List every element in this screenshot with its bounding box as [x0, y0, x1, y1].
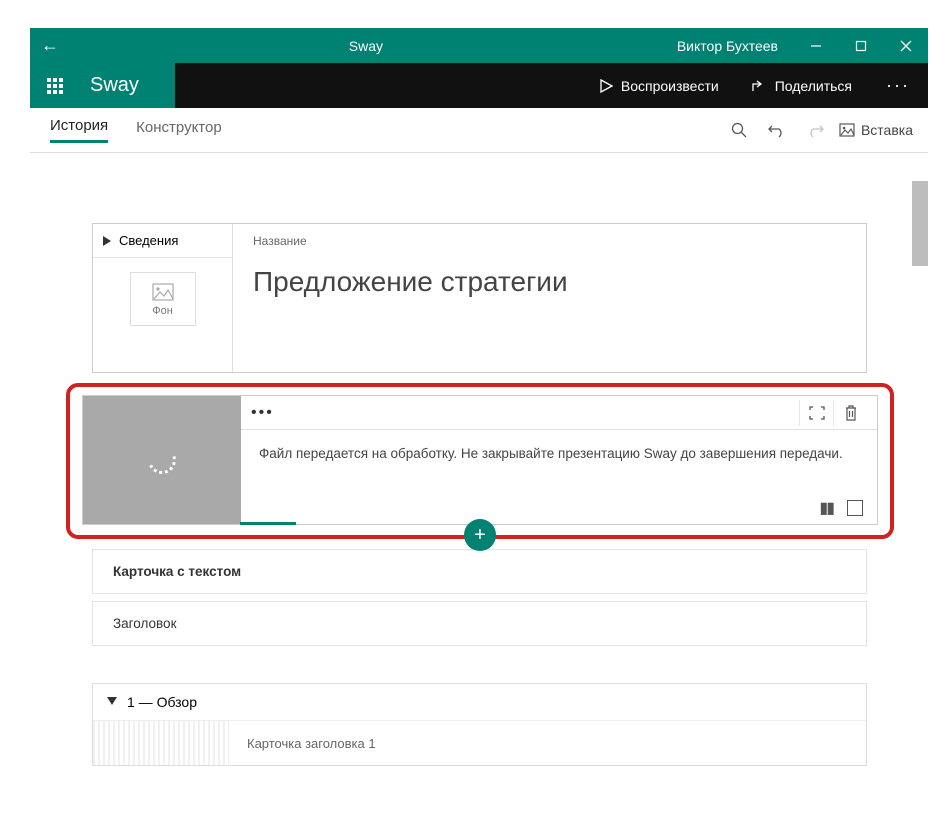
more-button[interactable]: ··· — [868, 75, 928, 96]
maximize-icon — [855, 40, 867, 52]
section-body: Карточка заголовка 1 — [93, 721, 866, 765]
app-brand[interactable]: Sway — [80, 63, 175, 108]
canvas: Сведения Фон Название Предложение страте… — [30, 181, 928, 787]
redo-button[interactable] — [801, 116, 829, 144]
user-name[interactable]: Виктор Бухтеев — [662, 38, 793, 54]
focus-button[interactable] — [799, 400, 833, 426]
minimize-button[interactable] — [793, 28, 838, 63]
undo-button[interactable] — [763, 116, 791, 144]
chevron-right-icon — [103, 236, 111, 246]
section-header[interactable]: 1 — Обзор — [93, 684, 866, 721]
background-picker[interactable]: Фон — [130, 272, 196, 326]
upload-card[interactable]: ••• Файл передается на обработку. Не зак… — [82, 395, 878, 525]
insert-button[interactable]: Вставка — [839, 122, 913, 138]
title-card[interactable]: Сведения Фон Название Предложение страте… — [92, 223, 867, 373]
stop-button[interactable] — [847, 500, 863, 516]
tab-story[interactable]: История — [50, 117, 108, 143]
title-bar: ← Sway Виктор Бухтеев — [30, 28, 928, 63]
command-bar: Sway Воспроизвести Поделиться ··· — [30, 63, 928, 108]
details-label: Сведения — [119, 233, 178, 248]
title-card-body: Название Предложение стратегии — [233, 224, 866, 372]
play-icon — [599, 79, 613, 93]
upload-body: ••• Файл передается на обработку. Не зак… — [241, 396, 877, 524]
details-toggle[interactable]: Сведения — [93, 224, 232, 258]
upload-toolbar: ••• — [241, 396, 877, 430]
section-title: 1 — Обзор — [127, 694, 197, 710]
insert-label: Вставка — [861, 122, 913, 138]
title-card-sidebar: Сведения Фон — [93, 224, 233, 372]
title-field-label: Название — [253, 234, 846, 248]
command-bar-mid — [175, 63, 583, 108]
section-sub: Карточка заголовка 1 — [229, 736, 376, 751]
pause-button[interactable]: ▮▮ — [819, 498, 833, 518]
upload-progress — [240, 522, 296, 525]
upload-footer: ▮▮ — [241, 492, 877, 524]
focus-icon — [809, 406, 825, 420]
title-heading[interactable]: Предложение стратегии — [253, 266, 846, 298]
card-more-button[interactable]: ••• — [251, 404, 274, 422]
text-card[interactable]: Карточка с текстом — [92, 549, 867, 594]
play-label: Воспроизвести — [621, 78, 719, 94]
close-button[interactable] — [883, 28, 928, 63]
upload-thumbnail — [83, 396, 241, 524]
undo-icon — [768, 122, 786, 138]
share-button[interactable]: Поделиться — [735, 63, 868, 108]
window-controls — [793, 28, 928, 63]
background-label: Фон — [152, 305, 173, 317]
search-button[interactable] — [725, 116, 753, 144]
image-icon — [839, 123, 855, 137]
heading-card[interactable]: Заголовок — [92, 601, 867, 646]
back-button[interactable]: ← — [30, 35, 70, 56]
window-title: Sway — [70, 38, 662, 54]
tabs: История Конструктор — [30, 108, 222, 152]
maximize-button[interactable] — [838, 28, 883, 63]
chevron-down-icon — [107, 697, 117, 707]
add-card-button[interactable]: + — [464, 519, 496, 551]
tab-bar: История Конструктор Вставка — [30, 108, 928, 153]
section-card[interactable]: 1 — Обзор Карточка заголовка 1 — [92, 683, 867, 766]
tab-designer[interactable]: Конструктор — [136, 119, 222, 142]
upload-message: Файл передается на обработку. Не закрыва… — [241, 430, 877, 492]
trash-icon — [844, 405, 858, 421]
picture-icon — [152, 283, 174, 301]
tab-right-tools: Вставка — [725, 116, 928, 144]
share-icon — [751, 79, 767, 93]
scrollbar[interactable] — [912, 181, 928, 266]
delete-button[interactable] — [833, 400, 867, 426]
close-icon — [900, 40, 912, 52]
share-label: Поделиться — [775, 78, 852, 94]
command-bar-right: Воспроизвести Поделиться ··· — [583, 63, 928, 108]
annotation-highlight: ••• Файл передается на обработку. Не зак… — [66, 383, 894, 539]
section-thumb — [93, 721, 229, 765]
minimize-icon — [810, 40, 822, 52]
app-launcher[interactable] — [30, 63, 80, 108]
spinner-icon — [144, 442, 180, 478]
search-icon — [731, 122, 747, 138]
waffle-icon — [47, 78, 63, 94]
play-button[interactable]: Воспроизвести — [583, 63, 735, 108]
redo-icon — [806, 122, 824, 138]
